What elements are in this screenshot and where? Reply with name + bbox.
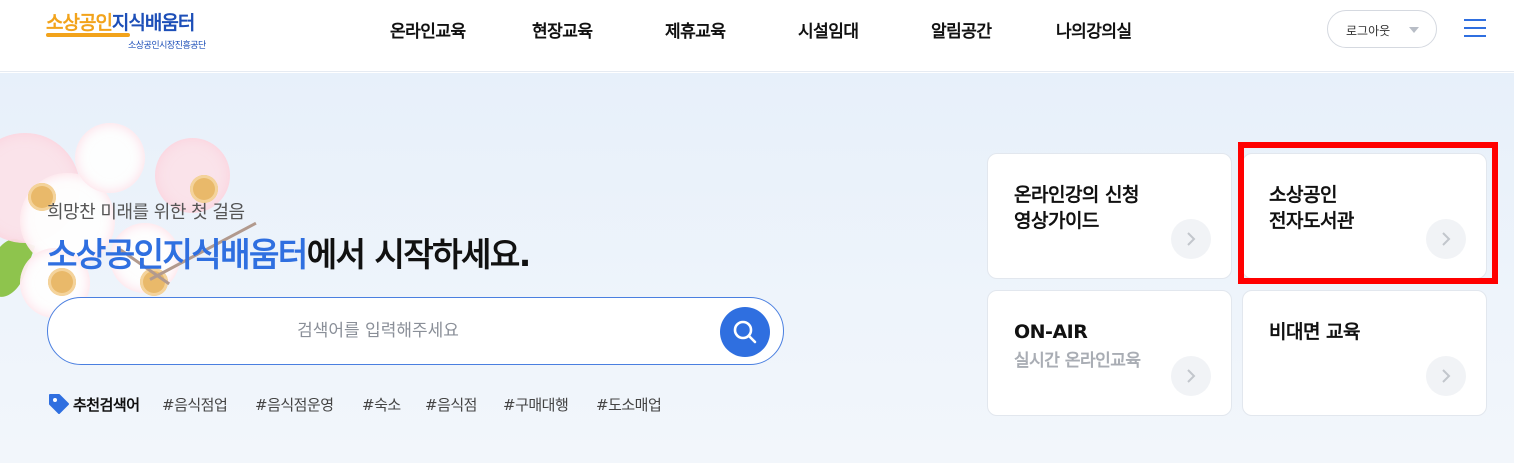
nav-item-partner-education[interactable]: 제휴교육 (665, 17, 726, 42)
hero-title: 소상공인지식배움터에서 시작하세요. (47, 228, 532, 276)
caret-down-icon (1409, 27, 1419, 33)
recommended-tag[interactable]: #음식점운영 (255, 394, 334, 415)
logo-subtext: 소상공인시장진흥공단 (128, 41, 206, 51)
nav-item-onsite-education[interactable]: 현장교육 (532, 17, 593, 42)
hero-title-rest: 에서 시작하세요. (306, 235, 532, 274)
recommended-tag[interactable]: #음식점 (425, 394, 477, 415)
logout-button[interactable]: 로그아웃 (1327, 10, 1437, 48)
nav-item-notice[interactable]: 알림공간 (931, 17, 992, 42)
chevron-right-icon[interactable] (1171, 356, 1211, 396)
card-title-line1: 소상공인 (1269, 184, 1337, 206)
logo-text-part1: 소상공인 (46, 12, 113, 34)
card-title: 비대면 교육 (1269, 321, 1361, 343)
chevron-right-icon[interactable] (1426, 219, 1466, 259)
site-header: 소상공인지식배움터 소상공인시장진흥공단 온라인교육 현장교육 제휴교육 시설임… (0, 0, 1514, 72)
tag-icon (49, 394, 69, 414)
search-icon (733, 320, 757, 344)
logo-underline (46, 33, 130, 37)
recommended-tag[interactable]: #음식점업 (162, 394, 228, 415)
hero-subtitle: 희망찬 미래를 위한 첫 걸음 (47, 202, 245, 223)
card-title-line2: 전자도서관 (1269, 210, 1354, 232)
card-title: 온라인강의 신청영상가이드 (1014, 182, 1139, 234)
card-title-line2: 영상가이드 (1014, 210, 1099, 232)
search-button[interactable] (720, 307, 770, 357)
nav-item-online-education[interactable]: 온라인교육 (390, 17, 466, 42)
chevron-right-icon[interactable] (1426, 356, 1466, 396)
card-title: ON-AIR (1014, 321, 1088, 343)
card-subtitle: 실시간 온라인교육 (1014, 351, 1141, 371)
recommended-tag[interactable]: #구매대행 (503, 394, 569, 415)
chevron-right-icon[interactable] (1171, 219, 1211, 259)
recommended-label: 추천검색어 (73, 396, 140, 414)
card-online-course-guide[interactable]: 온라인강의 신청영상가이드 (987, 153, 1232, 279)
card-title: 소상공인전자도서관 (1269, 182, 1354, 234)
recommended-tag[interactable]: #도소매업 (596, 394, 662, 415)
card-on-air[interactable]: ON-AIR 실시간 온라인교육 (987, 290, 1232, 416)
hero-section: 희망찬 미래를 위한 첫 걸음 소상공인지식배움터에서 시작하세요. 추천검색어… (0, 73, 1514, 463)
search-box (47, 297, 784, 365)
nav-item-my-classroom[interactable]: 나의강의실 (1056, 17, 1132, 42)
logo-text: 소상공인지식배움터 (46, 8, 195, 35)
site-logo[interactable]: 소상공인지식배움터 소상공인시장진흥공단 (46, 8, 216, 52)
logo-text-part2: 지식배움터 (111, 12, 195, 34)
search-input[interactable] (78, 312, 678, 350)
card-title-line1: 온라인강의 신청 (1014, 184, 1139, 206)
hamburger-menu-icon[interactable] (1464, 19, 1486, 37)
recommended-tag[interactable]: #숙소 (362, 394, 401, 415)
nav-item-facility-rental[interactable]: 시설임대 (798, 17, 859, 42)
card-digital-library[interactable]: 소상공인전자도서관 (1242, 153, 1487, 279)
logout-label: 로그아웃 (1346, 24, 1391, 38)
hero-title-accent: 소상공인지식배움터 (47, 235, 308, 274)
card-contactless-education[interactable]: 비대면 교육 (1242, 290, 1487, 416)
